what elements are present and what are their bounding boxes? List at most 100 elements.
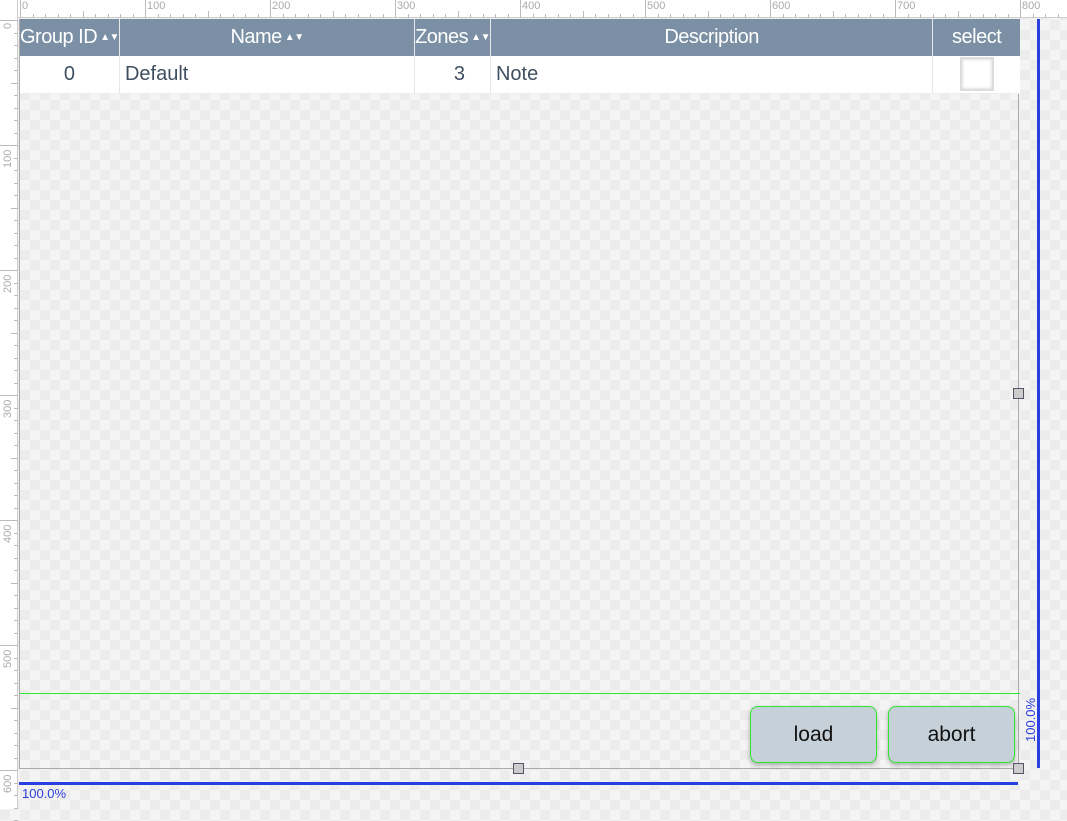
ruler-tick [14,95,18,96]
ruler-tick [520,0,521,18]
ruler-tick [14,695,18,696]
ruler-label: 600 [772,0,791,12]
column-header-select[interactable]: select [932,19,1020,56]
ruler-tick [45,14,46,18]
ruler-tick [720,14,721,18]
ruler-tick [757,14,759,18]
ruler-tick [14,557,18,559]
ruler-tick [14,220,18,221]
resize-handle-corner[interactable] [1013,763,1024,774]
ruler-tick [14,445,18,446]
ruler-tick [820,14,821,18]
ruler-tick [14,245,18,246]
column-header-group-id[interactable]: Group ID ▲▼ [20,19,120,56]
column-header-description[interactable]: Description [490,19,934,56]
sort-icon: ▲▼ [284,32,304,44]
ruler-tick [14,132,18,134]
ruler-tick [145,0,146,18]
ruler-tick [920,14,921,18]
ruler-tick [420,14,421,18]
ruler-label: 300 [2,399,14,418]
ruler-tick [0,395,18,396]
ruler-tick [1007,14,1009,18]
ruler-tick [170,14,171,18]
ruler-tick [1045,14,1046,18]
ruler-tick [370,14,371,18]
header-label: select [952,26,1002,48]
ruler-tick [14,657,18,659]
ruler-tick [207,11,209,18]
ruler-tick [457,11,459,18]
height-measure [1037,19,1040,768]
guide-line [20,693,1020,694]
ruler-tick [0,645,18,646]
load-button[interactable]: load [750,706,877,763]
ruler-label: 0 [22,0,29,12]
ruler-tick [395,0,396,18]
ruler-tick [14,70,18,71]
ruler-tick [14,382,18,384]
ruler-tick [120,14,121,18]
ruler-tick [0,20,18,21]
ruler-tick [14,482,18,484]
ruler-tick [995,14,996,18]
ruler-tick [657,14,659,18]
ruler-tick [945,14,946,18]
ruler-tick [14,795,18,796]
ruler-tick [14,720,18,721]
ruler-tick [570,14,571,18]
ruler-tick [11,707,18,709]
ruler-label: 0 [2,22,14,29]
ruler-tick [957,11,959,18]
ruler-label: 300 [397,0,416,12]
ruler-tick [782,14,784,18]
column-header-zones[interactable]: Zones ▲▼ [414,19,491,56]
resize-handle-bottom[interactable] [513,763,524,774]
ruler-tick [607,14,609,18]
ruler-tick [14,370,18,371]
cell-description: Note [490,56,934,94]
ruler-tick [14,470,18,471]
column-header-name[interactable]: Name ▲▼ [119,19,416,56]
ruler-tick [882,14,884,18]
ruler-tick [770,0,771,18]
ruler-tick [14,745,18,746]
ruler-tick [70,14,71,18]
ruler-tick [507,14,509,18]
ruler-tick [670,14,671,18]
ruler-tick [270,0,271,18]
ruler-tick [82,11,84,18]
abort-button[interactable]: abort [888,706,1015,763]
ruler-tick [745,14,746,18]
ruler-label: 800 [1022,0,1041,12]
width-measure [19,782,1018,785]
ruler-tick [14,420,18,421]
ruler-tick [645,0,646,18]
ruler-tick [11,582,18,584]
ruler-tick [545,14,546,18]
select-checkbox[interactable] [959,57,994,92]
ruler-tick [20,0,21,18]
ruler-tick [495,14,496,18]
ruler-tick [14,545,18,546]
table-row[interactable]: 0 Default 3 Note [20,56,1020,94]
ruler-tick [14,45,18,46]
ruler-tick [11,207,18,209]
ruler-tick [807,14,809,18]
ruler-tick [14,807,18,809]
ruler-tick [14,595,18,596]
ruler-label: 500 [2,649,14,668]
ruler-label: 100 [2,149,14,168]
ruler-horizontal: 0 100 200 300 400 500 600 700 800 [0,0,1067,18]
ruler-label: 400 [522,0,541,12]
ruler-tick [14,570,18,571]
ruler-tick [14,670,18,671]
ruler-tick [620,14,621,18]
ruler-tick [345,14,346,18]
resize-handle-right[interactable] [1013,388,1024,399]
ruler-label: 100 [147,0,166,12]
ruler-tick [14,32,18,34]
ruler-label: 600 [2,774,14,793]
ruler-tick [14,320,18,321]
ruler-tick [157,14,159,18]
